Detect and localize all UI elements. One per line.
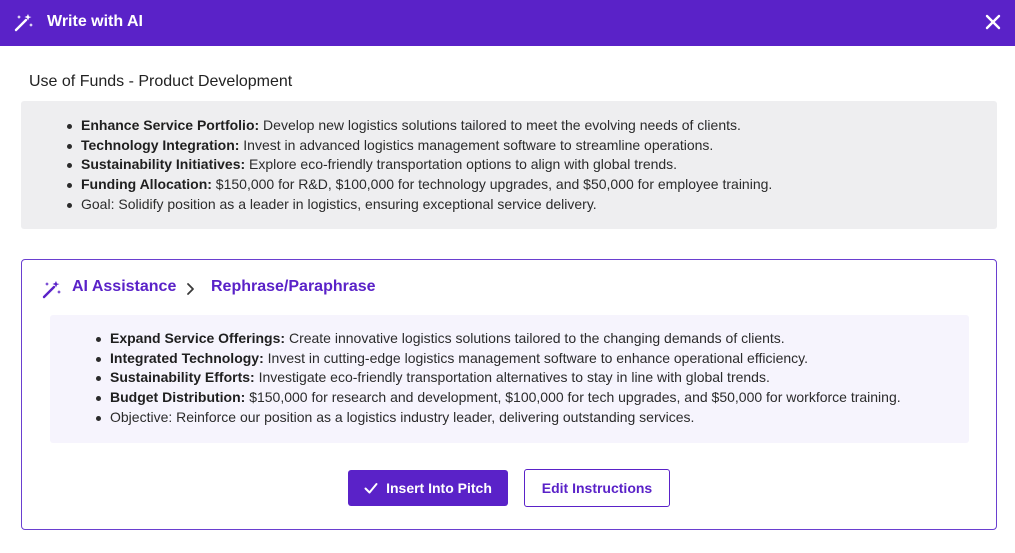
item-text: Explore eco-friendly transportation opti…: [245, 156, 678, 173]
item-label: Funding Allocation:: [81, 176, 212, 193]
item-text: Create innovative logistics solutions ta…: [285, 330, 785, 346]
insert-button-label: Insert Into Pitch: [386, 480, 492, 496]
item-label: Expand Service Offerings:: [110, 330, 286, 346]
rephrased-content-box: Expand Service Offerings: Create innovat…: [50, 315, 969, 443]
original-bullet-list: Enhance Service Portfolio: Develop new l…: [63, 116, 772, 215]
item-text: $150,000 for R&D, $100,000 for technolog…: [211, 176, 773, 193]
list-item: Funding Allocation: $150,000 for R&D, $1…: [63, 175, 772, 195]
item-label: Technology Integration:: [81, 136, 240, 153]
item-label: Budget Distribution:: [110, 389, 246, 406]
magic-wand-icon: [14, 14, 33, 32]
magic-wand-icon: [42, 281, 61, 299]
list-item: Technology Integration: Invest in advanc…: [63, 136, 772, 156]
list-item: Sustainability Initiatives: Explore eco-…: [63, 155, 772, 175]
list-item: Integrated Technology: Invest in cutting…: [92, 349, 901, 369]
list-item: Budget Distribution: $150,000 for resear…: [92, 388, 901, 408]
list-item: Expand Service Offerings: Create innovat…: [92, 329, 901, 349]
rephrased-bullet-list: Expand Service Offerings: Create innovat…: [92, 329, 901, 428]
breadcrumb-rephrase: Rephrase/Paraphrase: [211, 278, 376, 295]
item-text: Objective: Reinforce our position as a l…: [110, 408, 695, 425]
item-text: Invest in advanced logistics management …: [239, 136, 714, 153]
item-text: Develop new logistics solutions tailored…: [259, 117, 741, 133]
breadcrumb-ai-assistance[interactable]: AI Assistance: [72, 278, 176, 296]
list-item: Enhance Service Portfolio: Develop new l…: [63, 116, 772, 136]
dialog-header: Write with AI: [0, 0, 1015, 46]
item-text: Investigate eco-friendly transportation …: [254, 369, 770, 386]
item-text: Goal: Solidify position as a leader in l…: [81, 195, 597, 212]
section-title: Use of Funds - Product Development: [29, 73, 293, 90]
item-label: Integrated Technology:: [110, 349, 264, 366]
list-item: Goal: Solidify position as a leader in l…: [63, 195, 772, 215]
item-label: Sustainability Initiatives:: [81, 156, 246, 173]
item-text: Invest in cutting-edge logistics managem…: [263, 349, 808, 366]
checkmark-icon: [364, 483, 378, 494]
close-icon[interactable]: [982, 11, 1004, 33]
item-label: Enhance Service Portfolio:: [81, 117, 260, 133]
ai-assistance-card: AI Assistance Rephrase/Paraphrase Expand…: [21, 259, 997, 530]
list-item: Objective: Reinforce our position as a l…: [92, 408, 901, 428]
chevron-right-icon: [187, 283, 194, 295]
edit-instructions-button[interactable]: Edit Instructions: [524, 469, 670, 507]
original-content-box: Enhance Service Portfolio: Develop new l…: [21, 101, 997, 229]
insert-into-pitch-button[interactable]: Insert Into Pitch: [348, 470, 508, 506]
item-text: $150,000 for research and development, $…: [245, 389, 901, 406]
item-label: Sustainability Efforts:: [110, 369, 255, 386]
list-item: Sustainability Efforts: Investigate eco-…: [92, 368, 901, 388]
dialog-title: Write with AI: [47, 13, 143, 30]
